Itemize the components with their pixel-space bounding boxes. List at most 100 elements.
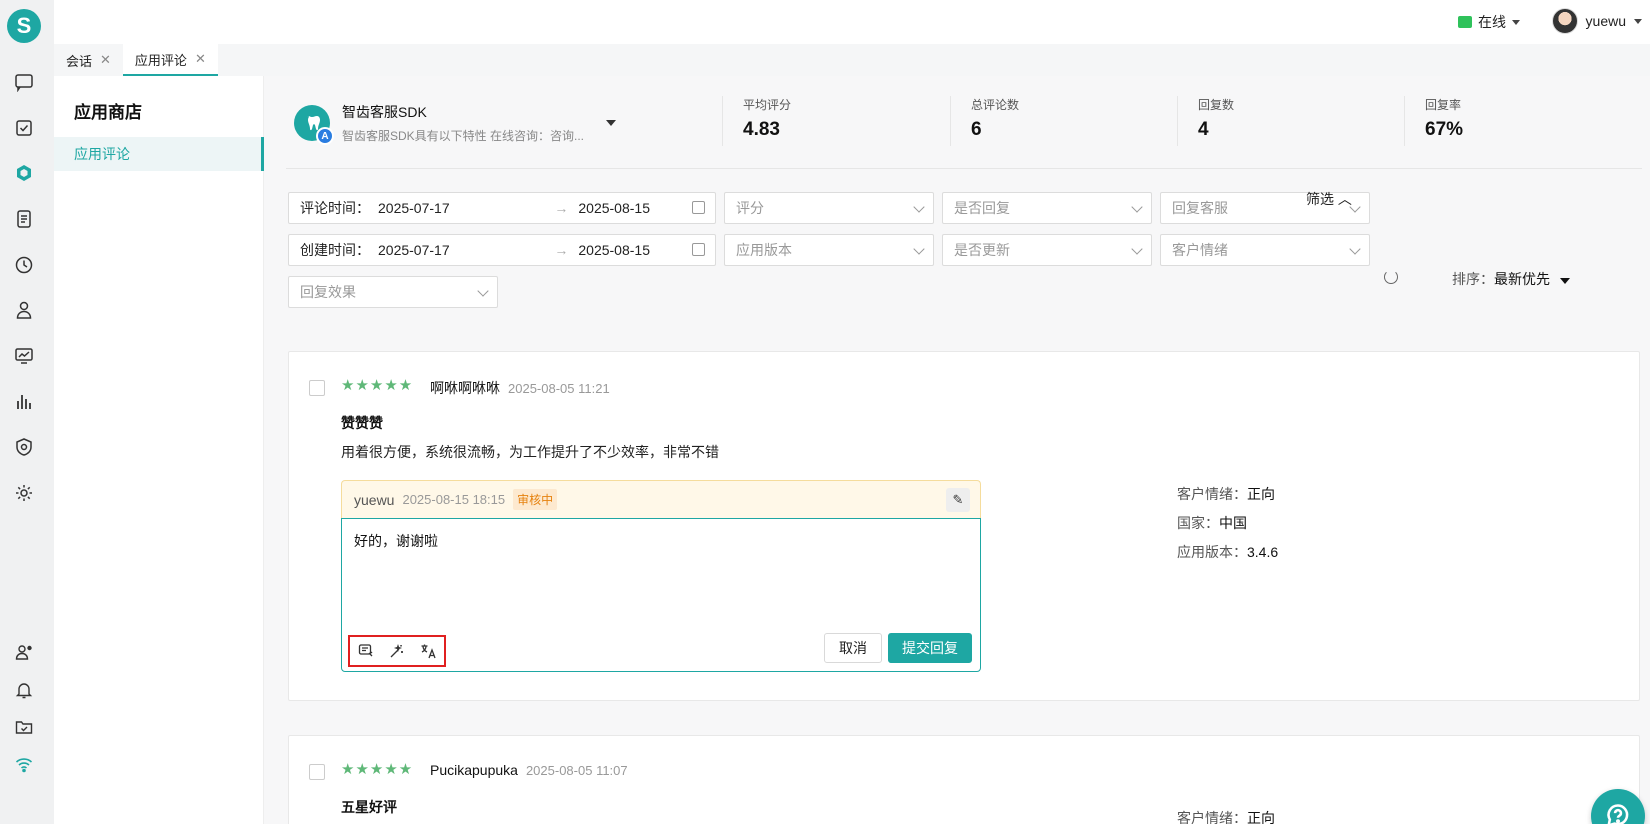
app-version-select[interactable]: 应用版本 bbox=[724, 234, 934, 266]
start-date[interactable]: 2025-07-17 bbox=[378, 200, 450, 216]
divider bbox=[286, 168, 1642, 169]
review-checkbox[interactable] bbox=[309, 380, 325, 396]
app-tooth-icon: A bbox=[294, 105, 334, 145]
left-rail: S bbox=[0, 0, 54, 824]
gear-icon[interactable] bbox=[13, 482, 35, 504]
calendar-icon bbox=[692, 201, 705, 214]
shield-icon[interactable] bbox=[13, 436, 35, 458]
close-icon[interactable]: ✕ bbox=[100, 52, 111, 68]
chevron-down-icon bbox=[1634, 18, 1642, 24]
rating-stars: ★★★★★ bbox=[341, 377, 414, 394]
stat-label: 回复率 bbox=[1425, 98, 1462, 112]
meta-sentiment: 客户情绪：正向 bbox=[1177, 808, 1275, 824]
username: yuewu bbox=[1585, 13, 1626, 29]
field-label: 评论时间： bbox=[300, 200, 370, 216]
select-placeholder: 是否回复 bbox=[954, 200, 1010, 216]
review-body: 用着很方便，系统很流畅，为工作提升了不少效率，非常不错 bbox=[341, 444, 719, 460]
review-author: Pucikapupuka 2025-08-05 11:07 bbox=[430, 762, 628, 778]
reply-editor[interactable]: 好的，谢谢啦 取消 提交回复 bbox=[341, 518, 981, 672]
top-bar: 在线 yuewu bbox=[54, 0, 1650, 44]
status-badge: 审核中 bbox=[513, 489, 558, 510]
review-title: 五星好评 bbox=[341, 799, 397, 815]
app-selector[interactable]: A 智齿客服SDK 智齿客服SDK具有以下特性 在线咨询：咨询... bbox=[294, 102, 617, 145]
review-time: 2025-08-05 11:21 bbox=[508, 381, 610, 396]
tab-label: 应用评论 bbox=[134, 52, 187, 68]
user-menu[interactable]: yuewu bbox=[1551, 8, 1642, 34]
bar-chart-icon[interactable] bbox=[13, 391, 35, 413]
meta-label: 客户情绪： bbox=[1177, 810, 1247, 824]
close-icon[interactable]: ✕ bbox=[195, 51, 206, 67]
submit-reply-button[interactable]: 提交回复 bbox=[888, 633, 972, 663]
sort-value: 最新优先 bbox=[1494, 271, 1550, 287]
stat-label: 回复数 bbox=[1198, 98, 1235, 112]
rating-select[interactable]: 评分 bbox=[724, 192, 934, 224]
folder-check-icon[interactable] bbox=[13, 716, 35, 738]
calendar-icon bbox=[692, 243, 705, 256]
select-placeholder: 应用版本 bbox=[736, 242, 792, 258]
avatar bbox=[1551, 8, 1578, 34]
tab-label: 会话 bbox=[66, 53, 93, 69]
meta-label: 客户情绪： bbox=[1177, 486, 1247, 502]
comment-time-range-picker[interactable]: 评论时间： 2025-07-17 → 2025-08-15 bbox=[288, 192, 716, 224]
online-status-dropdown[interactable]: 在线 bbox=[1458, 12, 1520, 32]
app-store-icon[interactable] bbox=[13, 162, 35, 184]
stat-reply-count: 回复数 4 bbox=[1177, 96, 1234, 146]
sentiment-select[interactable]: 客户情绪 bbox=[1160, 234, 1370, 266]
review-checkbox[interactable] bbox=[309, 764, 325, 780]
chevron-down-icon[interactable] bbox=[606, 120, 617, 126]
meta-country: 国家：中国 bbox=[1177, 513, 1247, 533]
translate-icon[interactable] bbox=[419, 642, 437, 660]
field-label: 创建时间： bbox=[300, 242, 370, 258]
app-name: 智齿客服SDK bbox=[342, 104, 427, 120]
edit-icon[interactable]: ✎ bbox=[946, 488, 970, 512]
select-placeholder: 回复客服 bbox=[1172, 200, 1228, 216]
online-status-icon bbox=[1458, 16, 1472, 28]
end-date[interactable]: 2025-08-15 bbox=[578, 242, 650, 258]
monitor-chart-icon[interactable] bbox=[13, 345, 35, 367]
sidebar-item-app-reviews[interactable]: 应用评论 bbox=[54, 137, 264, 171]
stat-label: 总评论数 bbox=[971, 98, 1020, 112]
reply-input[interactable]: 好的，谢谢啦 bbox=[354, 531, 438, 551]
author-name: 啊咻啊咻咻 bbox=[430, 380, 500, 396]
end-date[interactable]: 2025-08-15 bbox=[578, 200, 650, 216]
start-date[interactable]: 2025-07-17 bbox=[378, 242, 450, 258]
tab-app-reviews[interactable]: 应用评论 ✕ bbox=[122, 44, 218, 76]
select-placeholder: 客户情绪 bbox=[1172, 242, 1228, 258]
online-status-label: 在线 bbox=[1478, 14, 1506, 30]
reply-effect-select[interactable]: 回复效果 bbox=[288, 276, 498, 308]
magic-wand-icon[interactable] bbox=[388, 642, 406, 660]
sort-label: 排序： bbox=[1452, 271, 1494, 287]
meta-app-version: 应用版本：3.4.6 bbox=[1177, 542, 1278, 562]
stat-value: 4.83 bbox=[743, 119, 780, 140]
sort-dropdown[interactable]: 排序：最新优先 bbox=[1452, 269, 1570, 289]
cancel-button[interactable]: 取消 bbox=[824, 633, 882, 663]
clock-icon[interactable] bbox=[13, 254, 35, 276]
quick-reply-icon[interactable] bbox=[357, 642, 375, 660]
select-placeholder: 回复效果 bbox=[300, 284, 356, 300]
stat-value: 4 bbox=[1198, 119, 1209, 140]
app-description: 智齿客服SDK具有以下特性 在线咨询：咨询... bbox=[342, 129, 585, 143]
create-time-range-picker[interactable]: 创建时间： 2025-07-17 → 2025-08-15 bbox=[288, 234, 716, 266]
user-status-icon[interactable] bbox=[13, 641, 35, 663]
filter-toggle-button[interactable]: 筛选 ︿ bbox=[1306, 189, 1352, 209]
user-tie-icon[interactable] bbox=[13, 299, 35, 321]
app-store-badge-icon: A bbox=[316, 127, 334, 145]
author-name: Pucikapupuka bbox=[430, 762, 518, 778]
meta-label: 应用版本： bbox=[1177, 544, 1247, 560]
app-logo[interactable]: S bbox=[7, 9, 41, 43]
review-time: 2025-08-05 11:07 bbox=[525, 763, 628, 778]
stat-value: 6 bbox=[971, 119, 982, 140]
stat-reply-rate: 回复率 67% bbox=[1404, 96, 1463, 146]
task-check-icon[interactable] bbox=[13, 117, 35, 139]
reply-time: 2025-08-15 18:15 bbox=[402, 492, 506, 507]
replied-select[interactable]: 是否回复 bbox=[942, 192, 1152, 224]
chevron-down-icon bbox=[1131, 201, 1143, 213]
refresh-icon[interactable] bbox=[1384, 270, 1398, 284]
updated-select[interactable]: 是否更新 bbox=[942, 234, 1152, 266]
stat-value: 67% bbox=[1425, 119, 1464, 140]
tab-conversation[interactable]: 会话 ✕ bbox=[54, 44, 123, 76]
chat-icon[interactable] bbox=[13, 71, 35, 93]
bell-icon[interactable] bbox=[13, 679, 35, 701]
document-icon[interactable] bbox=[13, 208, 35, 230]
meta-value: 正向 bbox=[1247, 486, 1275, 502]
